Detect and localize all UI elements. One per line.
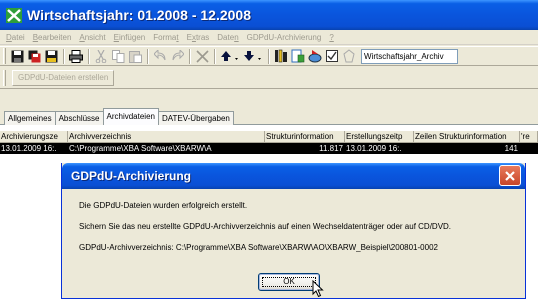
undo-icon[interactable]: [152, 48, 168, 64]
help-icon[interactable]: [341, 48, 357, 64]
move-up-icon[interactable]: [219, 48, 241, 64]
cell-archivierungszeit: 13.01.2009 16:.: [1, 144, 57, 153]
menu-item[interactable]: Einfügen: [110, 33, 150, 42]
table-row[interactable]: 13.01.2009 16:. C:\Programme\XBA Softwar…: [0, 143, 538, 154]
close-icon: [505, 170, 515, 181]
move-down-icon[interactable]: [242, 48, 264, 64]
cut-icon[interactable]: [93, 48, 109, 64]
window-title-bar[interactable]: Wirtschaftsjahr: 01.2008 - 12.2008: [0, 0, 538, 30]
fiscal-year-combo[interactable]: Wirtschaftsjahr_Archiv: [361, 48, 458, 64]
delete-icon[interactable]: [194, 48, 210, 64]
dialog-title-bar[interactable]: GDPdU-Archivierung: [62, 163, 525, 189]
menu-item[interactable]: Ansicht: [75, 33, 109, 42]
cell-archivverzeichnis: C:\Programme\XBA Software\XBARW\A: [69, 144, 212, 153]
toolbar-grip[interactable]: [3, 48, 6, 64]
dialog-title: GDPdU-Archivierung: [71, 169, 192, 183]
save-icon[interactable]: [9, 48, 25, 64]
menu-item-text: earbeiten: [38, 32, 72, 42]
column-header-erstellungszeitpunkt[interactable]: Erstellungszeitp: [345, 131, 414, 143]
mouse-cursor-icon: [312, 280, 324, 298]
gdpdu-toolbar: GDPdU-Dateien erstellen: [0, 67, 538, 89]
toolbar-separator: [268, 48, 270, 64]
gdpdu-dialog: GDPdU-Archivierung Die GDPdU-Dateien wur…: [61, 163, 526, 299]
menu-item-accelerator: n: [234, 32, 239, 42]
dialog-message: Die GDPdU-Dateien wurden erfolgreich ers…: [79, 201, 519, 264]
app-icon: [6, 7, 22, 23]
paste-icon[interactable]: [127, 48, 143, 64]
create-gdpdu-files-button[interactable]: GDPdU-Dateien erstellen: [12, 69, 115, 86]
dialog-message-success: Die GDPdU-Dateien wurden erfolgreich ers…: [79, 201, 248, 210]
document-icon[interactable]: [290, 48, 306, 64]
menu-item[interactable]: Datei: [2, 33, 29, 42]
save-all-icon[interactable]: [43, 48, 59, 64]
redo-icon[interactable]: [169, 48, 185, 64]
toolbar-separator: [63, 48, 65, 64]
column-header-strukturinformation[interactable]: Strukturinformation: [265, 131, 345, 143]
toolbar-separator: [88, 48, 90, 64]
grid-header: Archivierungsze Archivverzeichnis Strukt…: [0, 131, 538, 143]
menu-item-text: tras: [195, 32, 210, 42]
checklist-icon[interactable]: [324, 48, 340, 64]
column-header-extra[interactable]: 're: [520, 131, 538, 143]
print-icon[interactable]: [68, 48, 84, 64]
menu-item[interactable]: ?: [325, 33, 337, 42]
export-icon[interactable]: [307, 48, 323, 64]
save-as-icon[interactable]: [26, 48, 42, 64]
menu-item[interactable]: Bearbeiten: [29, 33, 76, 42]
bookkeeping-icon[interactable]: [273, 48, 289, 64]
tab-datev-uebergaben[interactable]: DATEV-Übergaben: [157, 111, 234, 125]
copy-icon[interactable]: [110, 48, 126, 64]
menu-item-text: Forma: [153, 32, 177, 42]
main-toolbar: Wirtschaftsjahr_Archiv: [0, 46, 538, 66]
dialog-message-backup-hint: Sichern Sie das neu erstellte GDPdU-Arch…: [79, 222, 452, 231]
menu-item-accelerator: ?: [329, 32, 334, 42]
window-title: Wirtschaftsjahr: 01.2008 - 12.2008: [27, 7, 251, 23]
menu-item-text: atei: [11, 32, 25, 42]
cell-zeilen-strukturinformation: 141: [504, 144, 518, 153]
menu-item-text: nsicht: [84, 32, 106, 42]
tab-abschluesse[interactable]: Abschlüsse: [54, 111, 104, 125]
tab-allgemeines[interactable]: Allgemeines: [4, 111, 56, 125]
menu-item-text: infügen: [118, 32, 146, 42]
tab-archivdateien[interactable]: Archivdateien: [102, 108, 159, 125]
dialog-message-archive-path: GDPdU-Archivverzeichnis: C:\Programme\XB…: [79, 243, 438, 252]
toolbar-separator: [214, 48, 216, 64]
toolbar-separator: [147, 48, 149, 64]
ok-button[interactable]: OK: [258, 273, 320, 291]
menu-item-accelerator: t: [176, 32, 179, 42]
cell-extra: [520, 143, 538, 154]
toolbar-separator: [189, 48, 191, 64]
tab-strip: Allgemeines Abschlüsse Archivdateien DAT…: [4, 108, 234, 125]
dialog-close-button[interactable]: [499, 165, 521, 186]
menu-item[interactable]: Extras: [183, 33, 214, 42]
focus-rect: [262, 277, 316, 287]
menu-item-text: GDPdU-Archivierung: [246, 32, 322, 42]
column-header-archivverzeichnis[interactable]: Archivverzeichnis: [68, 131, 265, 143]
cell-erstellungszeitpunkt: 13.01.2009 16:.: [346, 144, 402, 153]
menu-item-text: Date: [217, 32, 235, 42]
menu-bar: Datei Bearbeiten Ansicht Einfügen Format Extr…: [0, 30, 538, 45]
toolbar-grip[interactable]: [3, 69, 6, 86]
cell-strukturinformation: 11.817: [319, 144, 343, 153]
menu-item[interactable]: Daten: [213, 33, 242, 42]
menu-item[interactable]: Format: [149, 33, 182, 42]
menu-item[interactable]: GDPdU-Archivierung: [243, 33, 326, 42]
column-header-zeilen-strukturinformation[interactable]: Zeilen Strukturinformation: [414, 131, 520, 143]
column-header-archivierungszeit[interactable]: Archivierungsze: [0, 131, 68, 143]
